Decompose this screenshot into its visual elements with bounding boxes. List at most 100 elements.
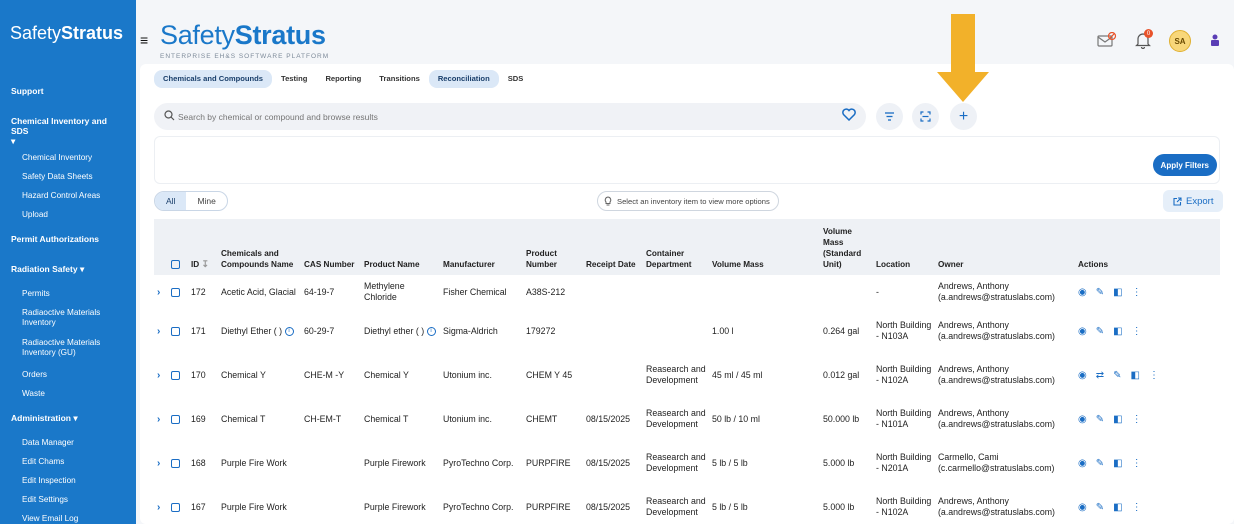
- table-row[interactable]: › 167 Purple Fire Work Purple Firework P…: [154, 485, 1220, 524]
- sidebar-section-radiation-safety[interactable]: Radiation Safety ▾: [0, 264, 95, 275]
- avatar[interactable]: SA: [1169, 30, 1191, 52]
- sidebar-item-rad-materials-inventory[interactable]: Radiaoctive Materials Inventory: [0, 308, 136, 328]
- view-eye-icon[interactable]: ◉: [1078, 287, 1087, 298]
- sidebar-item-rad-materials-inventory-gu[interactable]: Radiaoctive Materials Inventory (GU): [0, 338, 136, 358]
- apply-filters-button[interactable]: Apply Filters: [1152, 154, 1217, 176]
- chevron-right-icon[interactable]: ›: [157, 414, 160, 425]
- edit-pencil-icon[interactable]: ✎: [1096, 502, 1104, 513]
- header-id[interactable]: ID ↧: [188, 219, 218, 275]
- table-row[interactable]: › 168 Purple Fire Work Purple Firework P…: [154, 441, 1220, 485]
- scan-button[interactable]: [912, 103, 939, 130]
- more-options-icon[interactable]: ⋮: [1149, 370, 1159, 381]
- info-icon[interactable]: i: [284, 326, 294, 336]
- header-receipt-date[interactable]: Receipt Date: [583, 219, 643, 275]
- document-export-icon[interactable]: ◧: [1113, 326, 1122, 337]
- view-eye-icon[interactable]: ◉: [1078, 458, 1087, 469]
- document-export-icon[interactable]: ◧: [1113, 458, 1122, 469]
- tab-chemicals-and-compounds[interactable]: Chemicals and Compounds: [154, 70, 272, 88]
- edit-pencil-icon[interactable]: ✎: [1113, 370, 1121, 381]
- table-row[interactable]: › 171 Diethyl Ether ( ) i 60-29-7 Diethy…: [154, 309, 1220, 353]
- sidebar-item-orders[interactable]: Orders: [0, 370, 69, 380]
- chevron-right-icon[interactable]: ›: [157, 370, 160, 381]
- sidebar-item-hazard-control-areas[interactable]: Hazard Control Areas: [0, 191, 122, 201]
- row-checkbox[interactable]: [171, 287, 180, 297]
- header-name[interactable]: Chemicals and Compounds Name: [218, 219, 301, 275]
- info-icon[interactable]: i: [426, 326, 436, 336]
- edit-pencil-icon[interactable]: ✎: [1096, 326, 1104, 337]
- select-all-checkbox[interactable]: [171, 260, 180, 270]
- header-cas[interactable]: CAS Number: [301, 219, 361, 275]
- search-input[interactable]: [178, 103, 818, 130]
- sidebar-item-safety-data-sheets[interactable]: Safety Data Sheets: [0, 172, 115, 182]
- sidebar-item-upload[interactable]: Upload: [0, 210, 70, 220]
- row-checkbox[interactable]: [171, 502, 180, 512]
- segment-mine[interactable]: Mine: [186, 192, 226, 210]
- row-checkbox[interactable]: [171, 370, 180, 380]
- document-export-icon[interactable]: ◧: [1113, 414, 1122, 425]
- view-eye-icon[interactable]: ◉: [1078, 414, 1087, 425]
- sidebar-item-view-email-log[interactable]: View Email Log: [0, 514, 100, 524]
- tab-sds[interactable]: SDS: [499, 70, 533, 88]
- header-volume-std[interactable]: Volume Mass (Standard Unit): [820, 219, 873, 275]
- view-eye-icon[interactable]: ◉: [1078, 502, 1087, 513]
- header-location[interactable]: Location: [873, 219, 935, 275]
- tab-reconciliation[interactable]: Reconciliation: [428, 70, 499, 88]
- sidebar-item-edit-settings[interactable]: Edit Settings: [0, 495, 90, 505]
- cell-name-text: Diethyl Ether ( ): [221, 325, 283, 336]
- sidebar-section-support[interactable]: Support: [0, 86, 55, 96]
- sidebar-item-permits[interactable]: Permits: [0, 289, 72, 299]
- header-product-number[interactable]: Product Number: [523, 219, 583, 275]
- export-button[interactable]: Export: [1163, 190, 1224, 212]
- document-export-icon[interactable]: ◧: [1113, 287, 1122, 298]
- view-eye-icon[interactable]: ◉: [1078, 370, 1087, 381]
- chevron-right-icon[interactable]: ›: [157, 287, 160, 298]
- filter-button[interactable]: [876, 103, 903, 130]
- chevron-right-icon[interactable]: ›: [157, 326, 160, 337]
- header-product[interactable]: Product Name: [361, 219, 440, 275]
- transfer-icon[interactable]: ⇄: [1096, 370, 1104, 381]
- header-manufacturer[interactable]: Manufacturer: [440, 219, 523, 275]
- mail-off-icon[interactable]: [1097, 31, 1117, 51]
- sidebar-item-waste[interactable]: Waste: [0, 389, 67, 399]
- hamburger-menu-icon[interactable]: ≡: [140, 32, 148, 48]
- document-export-icon[interactable]: ◧: [1113, 502, 1122, 513]
- view-eye-icon[interactable]: ◉: [1078, 326, 1087, 337]
- sort-icon[interactable]: ↧: [201, 259, 209, 269]
- header-volume-mass[interactable]: Volume Mass: [709, 219, 820, 275]
- row-checkbox[interactable]: [171, 458, 180, 468]
- table-row[interactable]: › 172 Acetic Acid, Glacial 64-19-7 Methy…: [154, 275, 1220, 309]
- segment-all[interactable]: All: [155, 192, 187, 210]
- edit-pencil-icon[interactable]: ✎: [1096, 287, 1104, 298]
- more-options-icon[interactable]: ⋮: [1132, 502, 1142, 513]
- favorite-heart-icon[interactable]: [842, 108, 856, 124]
- sidebar-section-chemical-inventory[interactable]: Chemical Inventory and SDS ▾: [0, 116, 136, 147]
- edit-pencil-icon[interactable]: ✎: [1096, 414, 1104, 425]
- chevron-right-icon[interactable]: ›: [157, 502, 160, 513]
- table-row[interactable]: › 169 Chemical T CH-EM-T Chemical T Uton…: [154, 397, 1220, 441]
- header-select-all[interactable]: [168, 219, 188, 275]
- row-checkbox[interactable]: [171, 414, 180, 424]
- table-row[interactable]: › 170 Chemical Y CHE-M -Y Chemical Y Uto…: [154, 353, 1220, 397]
- user-lock-icon[interactable]: [1209, 33, 1221, 50]
- more-options-icon[interactable]: ⋮: [1132, 287, 1142, 298]
- header-owner[interactable]: Owner: [935, 219, 1075, 275]
- header-container-dept[interactable]: Container Department: [643, 219, 709, 275]
- sidebar-item-edit-inspection[interactable]: Edit Inspection: [0, 476, 98, 486]
- sidebar-item-data-manager[interactable]: Data Manager: [0, 438, 96, 448]
- chevron-right-icon[interactable]: ›: [157, 458, 160, 469]
- document-export-icon[interactable]: ◧: [1131, 370, 1140, 381]
- tab-testing[interactable]: Testing: [272, 70, 316, 88]
- edit-pencil-icon[interactable]: ✎: [1096, 458, 1104, 469]
- row-checkbox[interactable]: [171, 326, 180, 336]
- sidebar-logo[interactable]: Safety Stratus: [0, 0, 136, 66]
- more-options-icon[interactable]: ⋮: [1132, 458, 1142, 469]
- more-options-icon[interactable]: ⋮: [1132, 414, 1142, 425]
- sidebar-item-edit-chams[interactable]: Edit Chams: [0, 457, 86, 467]
- tab-reporting[interactable]: Reporting: [316, 70, 370, 88]
- sidebar-section-permit-authorizations[interactable]: Permit Authorizations: [0, 234, 110, 244]
- sidebar-item-chemical-inventory[interactable]: Chemical Inventory: [0, 153, 114, 163]
- sidebar-section-administration[interactable]: Administration ▾: [0, 413, 89, 424]
- add-button[interactable]: +: [950, 103, 977, 130]
- tab-transitions[interactable]: Transitions: [370, 70, 429, 88]
- more-options-icon[interactable]: ⋮: [1132, 326, 1142, 337]
